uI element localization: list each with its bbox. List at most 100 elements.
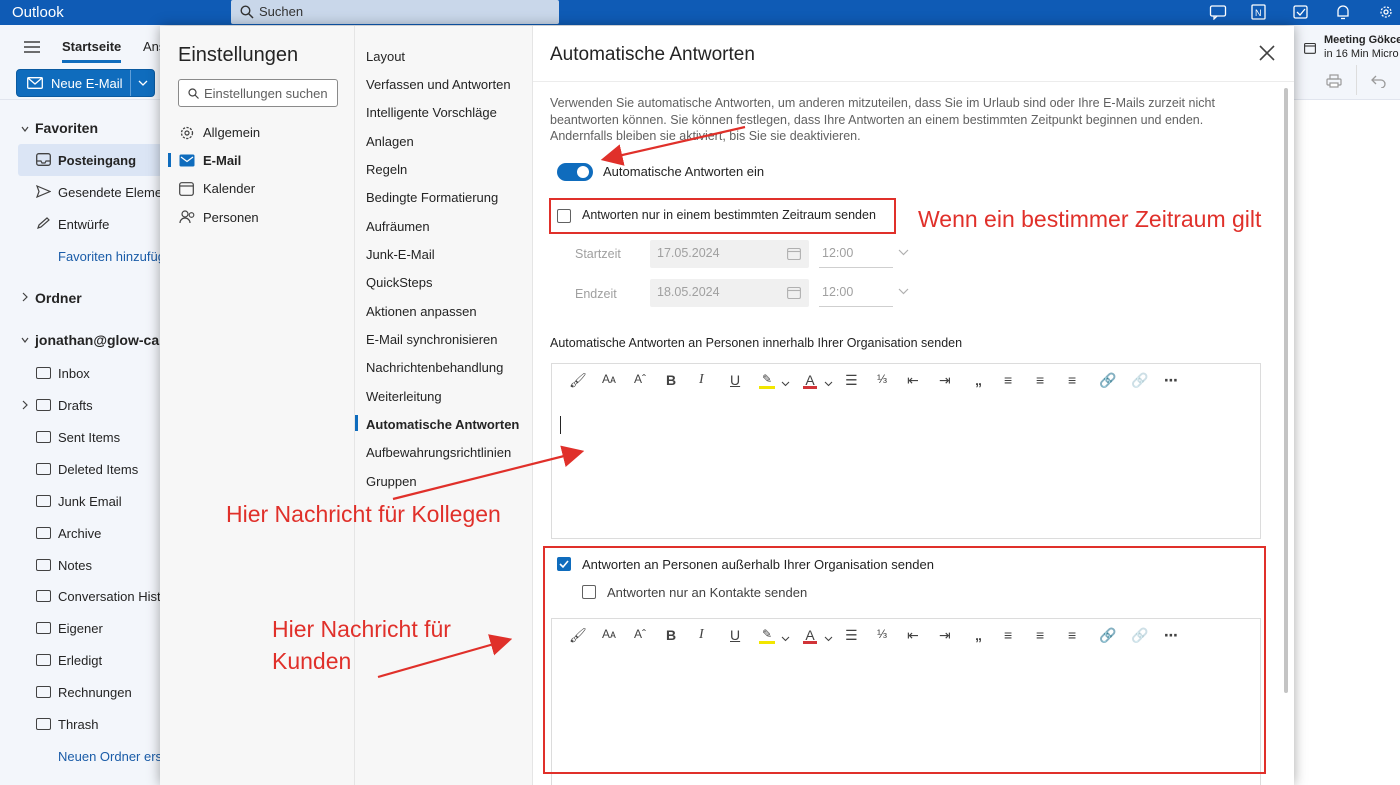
subcategory-synchronisieren[interactable]: E-Mail synchronisieren bbox=[366, 332, 498, 347]
favorites-header[interactable]: Favoriten bbox=[35, 120, 98, 136]
subcategory-nachrichtenbehandlung[interactable]: Nachrichtenbehandlung bbox=[366, 360, 503, 375]
highlight-icon[interactable]: ✎ bbox=[759, 372, 775, 389]
chevron-down-icon[interactable] bbox=[781, 381, 790, 387]
chevron-down-icon[interactable] bbox=[824, 381, 833, 387]
bullets-icon[interactable]: ☰ bbox=[845, 372, 858, 390]
auto-reply-toggle[interactable] bbox=[557, 163, 593, 181]
start-date-field[interactable]: 17.05.2024 bbox=[650, 240, 809, 268]
subcategory-aufbewahrung[interactable]: Aufbewahrungsrichtlinien bbox=[366, 445, 511, 460]
folder-icon bbox=[36, 495, 51, 507]
underline-icon[interactable]: U bbox=[730, 372, 740, 390]
chat-icon[interactable] bbox=[1209, 4, 1227, 20]
subcategory-automatische-antworten[interactable]: Automatische Antworten bbox=[366, 417, 519, 432]
undo-icon[interactable] bbox=[1371, 74, 1387, 88]
folder-icon bbox=[36, 367, 51, 379]
new-mail-button[interactable]: Neue E-Mail bbox=[16, 69, 155, 97]
unlink-icon[interactable]: 🔗 bbox=[1131, 372, 1148, 390]
subcategory-aufraeumen[interactable]: Aufräumen bbox=[366, 219, 430, 234]
divider bbox=[130, 70, 131, 96]
hamburger-icon[interactable] bbox=[24, 41, 40, 53]
subcategory-aktionen[interactable]: Aktionen anpassen bbox=[366, 304, 477, 319]
category-email[interactable]: E-Mail bbox=[203, 153, 241, 168]
align-right-icon[interactable]: ≡ bbox=[1068, 372, 1076, 390]
end-time-field[interactable]: 12:00 bbox=[819, 279, 893, 307]
top-bar bbox=[0, 0, 1400, 25]
format-painter-icon[interactable]: 🖌 bbox=[569, 372, 587, 390]
app-title[interactable]: Outlook bbox=[12, 4, 64, 21]
chevron-right-icon[interactable] bbox=[21, 400, 29, 410]
search-box[interactable]: Suchen bbox=[231, 0, 559, 24]
chevron-right-icon[interactable] bbox=[21, 292, 29, 302]
settings-search-input[interactable]: Einstellungen suchen bbox=[178, 79, 338, 107]
link-icon[interactable]: 🔗 bbox=[1099, 372, 1116, 390]
onenote-icon[interactable]: N bbox=[1250, 4, 1268, 20]
start-time-label: Startzeit bbox=[575, 247, 621, 261]
subcategory-layout[interactable]: Layout bbox=[366, 49, 405, 64]
font-color-icon[interactable]: A bbox=[803, 372, 817, 389]
folder-icon bbox=[36, 527, 51, 539]
subcategory-formatierung[interactable]: Bedingte Formatierung bbox=[366, 190, 498, 205]
bold-icon[interactable]: B bbox=[666, 372, 676, 390]
chevron-down-icon[interactable] bbox=[898, 288, 909, 295]
subcategory-verfassen[interactable]: Verfassen und Antworten bbox=[366, 77, 511, 92]
gear-icon[interactable] bbox=[1377, 4, 1395, 20]
folder-rechnungen[interactable]: Rechnungen bbox=[58, 685, 132, 700]
subcategory-regeln[interactable]: Regeln bbox=[366, 162, 407, 177]
subcategory-weiterleitung[interactable]: Weiterleitung bbox=[366, 389, 442, 404]
folder-eigener[interactable]: Eigener bbox=[58, 621, 103, 636]
folder-entwuerfe[interactable]: Entwürfe bbox=[58, 217, 109, 232]
more-icon[interactable]: ⋯ bbox=[1164, 372, 1178, 390]
align-center-icon[interactable]: ≡ bbox=[1036, 372, 1044, 390]
quote-icon[interactable]: „ bbox=[975, 372, 982, 390]
subcategory-gruppen[interactable]: Gruppen bbox=[366, 474, 417, 489]
meeting-title[interactable]: Meeting Gökce bbox=[1324, 34, 1400, 46]
chevron-down-icon[interactable] bbox=[898, 249, 909, 256]
folder-erledigt[interactable]: Erledigt bbox=[58, 653, 102, 668]
folders-header[interactable]: Ordner bbox=[35, 290, 82, 306]
internal-message-editor[interactable]: 🖌 Aᴀ Aˆ B I U ✎ A ☰ ⅓ ⇤ ⇥ „ ≡ ≡ ≡ 🔗 🔗 ⋯ bbox=[551, 363, 1261, 539]
align-left-icon[interactable]: ≡ bbox=[1004, 372, 1012, 390]
calendar-icon[interactable] bbox=[787, 247, 801, 260]
settings-title: Einstellungen bbox=[178, 44, 299, 66]
increase-indent-icon[interactable]: ⇥ bbox=[939, 372, 951, 390]
subcategory-anlagen[interactable]: Anlagen bbox=[366, 134, 414, 149]
folder-inbox[interactable]: Inbox bbox=[58, 366, 90, 381]
divider bbox=[533, 81, 1294, 82]
italic-icon[interactable]: I bbox=[699, 372, 704, 390]
font-size-icon[interactable]: Aˆ bbox=[634, 372, 646, 390]
tab-startseite[interactable]: Startseite bbox=[62, 39, 122, 63]
calendar-icon bbox=[179, 182, 194, 196]
end-date-field[interactable]: 18.05.2024 bbox=[650, 279, 809, 307]
subcategory-quicksteps[interactable]: QuickSteps bbox=[366, 275, 432, 290]
folder-notes[interactable]: Notes bbox=[58, 558, 92, 573]
annotation-box-external bbox=[543, 546, 1266, 774]
internal-section-label: Automatische Antworten an Personen inner… bbox=[550, 336, 963, 350]
folder-drafts[interactable]: Drafts bbox=[58, 398, 93, 413]
folder-archive[interactable]: Archive bbox=[58, 526, 101, 541]
folder-sent-items[interactable]: Sent Items bbox=[58, 430, 120, 445]
folder-icon bbox=[36, 686, 51, 698]
chevron-down-icon[interactable] bbox=[21, 335, 29, 345]
folder-junk-email[interactable]: Junk Email bbox=[58, 494, 122, 509]
scrollbar[interactable] bbox=[1284, 88, 1288, 693]
chevron-down-icon[interactable] bbox=[138, 80, 148, 87]
folder-thrash[interactable]: Thrash bbox=[58, 717, 98, 732]
subcategory-junk[interactable]: Junk-E-Mail bbox=[366, 247, 435, 262]
category-allgemein[interactable]: Allgemein bbox=[203, 125, 260, 140]
todo-icon[interactable] bbox=[1292, 4, 1310, 20]
bell-icon[interactable] bbox=[1334, 4, 1352, 20]
folder-posteingang[interactable]: Posteingang bbox=[58, 153, 136, 168]
calendar-icon[interactable] bbox=[787, 286, 801, 299]
decrease-indent-icon[interactable]: ⇤ bbox=[907, 372, 919, 390]
category-personen[interactable]: Personen bbox=[203, 210, 259, 225]
start-time-field[interactable]: 12:00 bbox=[819, 240, 893, 268]
font-icon[interactable]: Aᴀ bbox=[602, 372, 616, 390]
numbering-icon[interactable]: ⅓ bbox=[877, 372, 887, 390]
subcategory-vorschlaege[interactable]: Intelligente Vorschläge bbox=[366, 105, 497, 120]
close-icon[interactable] bbox=[1258, 44, 1276, 62]
chevron-down-icon[interactable] bbox=[21, 124, 29, 134]
folder-deleted-items[interactable]: Deleted Items bbox=[58, 462, 138, 477]
print-icon[interactable] bbox=[1326, 74, 1342, 88]
category-kalender[interactable]: Kalender bbox=[203, 181, 255, 196]
account-header[interactable]: jonathan@glow-ca bbox=[35, 332, 159, 348]
